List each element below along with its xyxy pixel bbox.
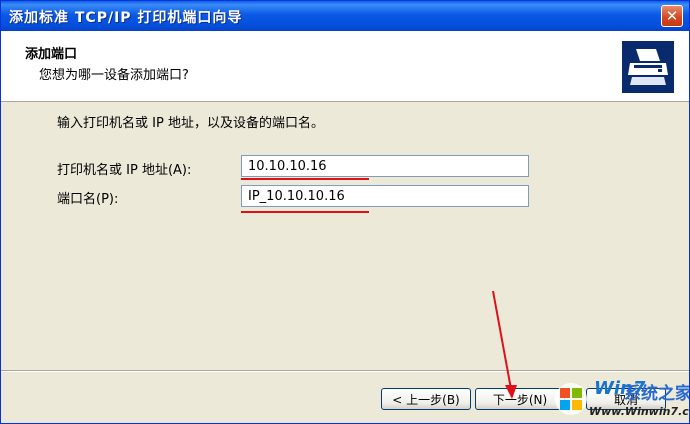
watermark: Win7 系统之家 Www.Winwin7.com: [549, 375, 689, 423]
wizard-window: 添加标准 TCP/IP 打印机端口向导 ✕ 添加端口 您想为哪一设备添加端口? …: [0, 0, 690, 424]
watermark-url: Www.Winwin7.com: [589, 405, 689, 418]
annotation-arrow: [492, 290, 517, 399]
windows-logo-icon: [555, 383, 587, 415]
watermark-site-name: 系统之家: [624, 384, 690, 404]
